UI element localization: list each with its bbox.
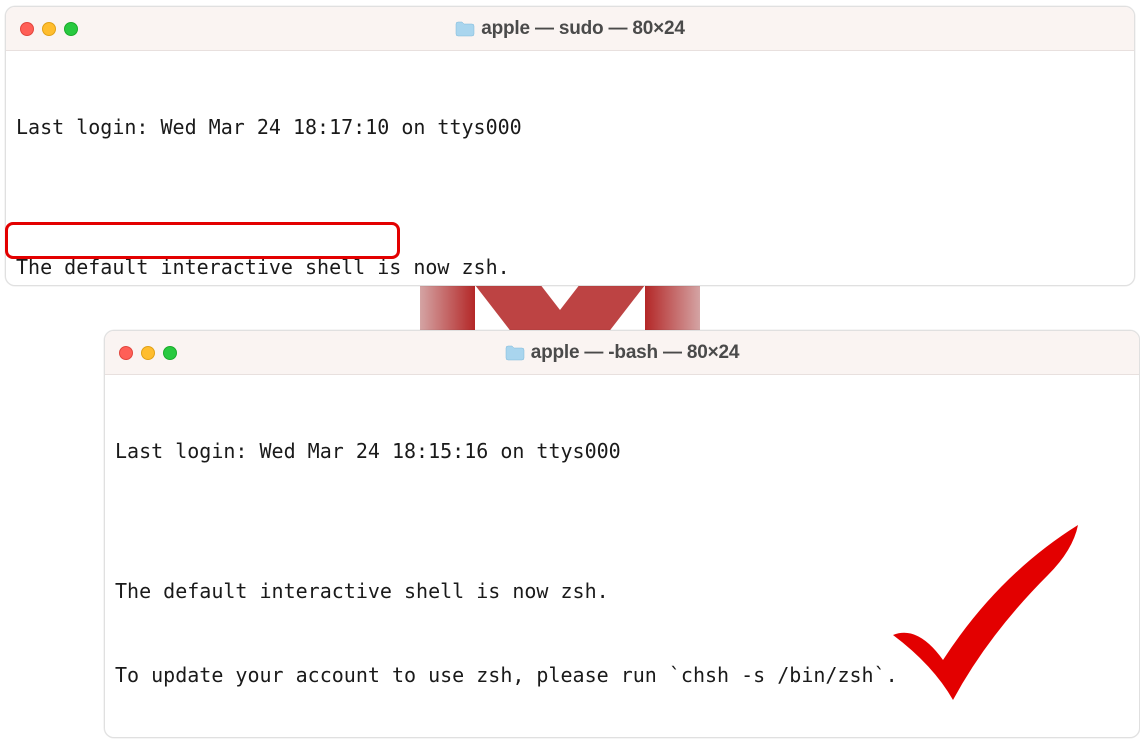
titlebar[interactable]: apple — sudo — 80×24 xyxy=(6,7,1134,51)
folder-icon xyxy=(455,21,475,37)
terminal-window-sudo: apple — sudo — 80×24 Last login: Wed Mar… xyxy=(5,6,1135,286)
window-title: apple — -bash — 80×24 xyxy=(531,342,740,364)
terminal-output[interactable]: Last login: Wed Mar 24 18:15:16 on ttys0… xyxy=(105,375,1139,738)
traffic-lights xyxy=(119,346,177,360)
title-center: apple — sudo — 80×24 xyxy=(6,18,1134,40)
close-traffic-light[interactable] xyxy=(20,22,34,36)
minimize-traffic-light[interactable] xyxy=(141,346,155,360)
term-line: Last login: Wed Mar 24 18:15:16 on ttys0… xyxy=(115,437,1129,465)
minimize-traffic-light[interactable] xyxy=(42,22,56,36)
term-line: To update your account to use zsh, pleas… xyxy=(115,661,1129,689)
traffic-lights xyxy=(20,22,78,36)
titlebar[interactable]: apple — -bash — 80×24 xyxy=(105,331,1139,375)
title-center: apple — -bash — 80×24 xyxy=(105,342,1139,364)
term-line: Last login: Wed Mar 24 18:17:10 on ttys0… xyxy=(16,113,1124,141)
close-traffic-light[interactable] xyxy=(119,346,133,360)
maximize-traffic-light[interactable] xyxy=(163,346,177,360)
folder-icon xyxy=(505,345,525,361)
terminal-output[interactable]: Last login: Wed Mar 24 18:17:10 on ttys0… xyxy=(6,51,1134,286)
maximize-traffic-light[interactable] xyxy=(64,22,78,36)
window-title: apple — sudo — 80×24 xyxy=(481,18,685,40)
term-line: The default interactive shell is now zsh… xyxy=(115,577,1129,605)
terminal-window-bash: apple — -bash — 80×24 Last login: Wed Ma… xyxy=(104,330,1140,738)
term-line: The default interactive shell is now zsh… xyxy=(16,253,1124,281)
